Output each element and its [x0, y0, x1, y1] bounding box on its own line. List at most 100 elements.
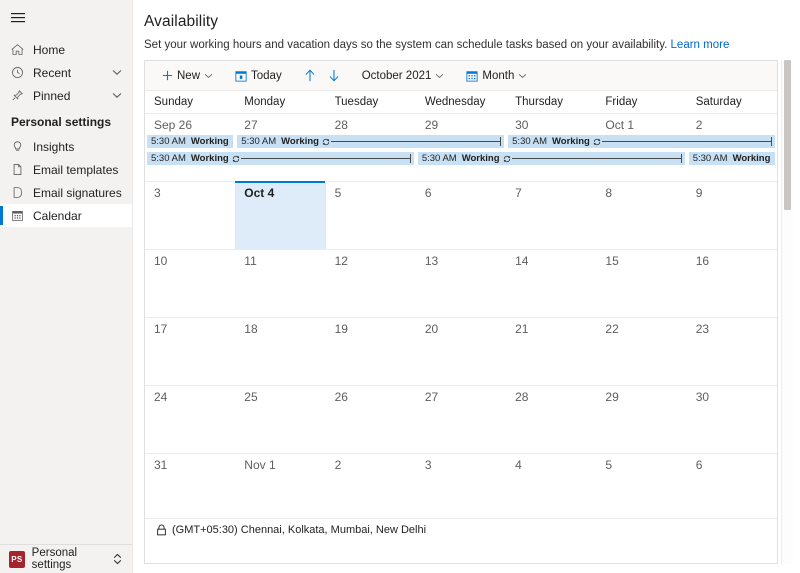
calendar-day-cell[interactable]: 20: [416, 318, 506, 385]
day-number: 22: [605, 322, 619, 336]
up-down-chevron-icon[interactable]: [113, 553, 122, 565]
weekday-header: Sunday Monday Tuesday Wednesday Thursday…: [145, 91, 777, 114]
day-number: 30: [695, 390, 710, 404]
home-icon: [11, 43, 31, 56]
sidebar-item-pinned[interactable]: Pinned: [0, 84, 132, 107]
previous-period-button[interactable]: [298, 61, 322, 90]
timezone-label: (GMT+05:30) Chennai, Kolkata, Mumbai, Ne…: [172, 524, 427, 536]
event-subject: Working: [190, 153, 229, 164]
day-number: 4: [515, 458, 522, 472]
event-time: 5:30 AM: [151, 153, 186, 164]
chevron-down-icon[interactable]: [112, 69, 122, 76]
hamburger-menu-button[interactable]: [0, 4, 132, 32]
today-button[interactable]: Today: [229, 61, 288, 90]
calendar-day-cell[interactable]: 17: [145, 318, 235, 385]
calendar-day-cell[interactable]: 14: [506, 250, 596, 317]
chevron-down-icon[interactable]: [204, 73, 213, 79]
event-time: 5:30 AM: [151, 136, 186, 147]
plus-icon: [162, 70, 173, 81]
calendar-day-cell[interactable]: 26: [326, 386, 416, 453]
calendar-day-cell[interactable]: 9: [687, 182, 777, 249]
day-number: 8: [605, 186, 613, 200]
arrow-up-icon: [304, 69, 316, 82]
calendar-day-cell[interactable]: 6: [687, 454, 777, 522]
scrollbar-thumb[interactable]: [784, 60, 791, 210]
timezone-bar: (GMT+05:30) Chennai, Kolkata, Mumbai, Ne…: [145, 518, 777, 541]
calendar-day-cell[interactable]: 15: [596, 250, 686, 317]
calendar-day-cell[interactable]: 16: [687, 250, 777, 317]
calendar-event[interactable]: 5:30 AM Working: [508, 135, 775, 148]
period-selector[interactable]: October 2021: [356, 61, 451, 90]
day-number: 18: [244, 322, 258, 336]
calendar-day-cell[interactable]: 5: [326, 182, 416, 249]
sidebar-item-email-signatures[interactable]: Email signatures: [0, 181, 132, 204]
event-subject: Working: [281, 136, 319, 147]
chevron-down-icon[interactable]: [435, 73, 444, 79]
weekday-label: Friday: [605, 96, 638, 108]
sidebar-item-recent[interactable]: Recent: [0, 61, 132, 84]
vertical-scrollbar[interactable]: [781, 60, 793, 564]
calendar-toolbar: New Today October 2021 Month: [145, 61, 777, 91]
weekday-label: Saturday: [695, 96, 742, 108]
calendar-event[interactable]: 5:30 AM Working: [147, 135, 234, 148]
new-button[interactable]: New: [156, 61, 219, 90]
calendar-day-cell[interactable]: 5: [596, 454, 686, 522]
calendar-day-cell[interactable]: 11: [235, 250, 325, 317]
calendar-day-cell[interactable]: 25: [235, 386, 325, 453]
calendar-day-cell[interactable]: 12: [326, 250, 416, 317]
event-time: 5:30 AM: [241, 136, 277, 147]
view-selector[interactable]: Month: [460, 61, 533, 90]
calendar-event[interactable]: 5:30 AM Working: [688, 152, 775, 165]
calendar-day-cell[interactable]: 2: [326, 454, 416, 522]
day-number: 28: [515, 390, 529, 404]
chevron-down-icon[interactable]: [518, 73, 527, 79]
next-period-button[interactable]: [322, 61, 346, 90]
calendar-day-cell[interactable]: 22: [596, 318, 686, 385]
day-number: 2: [334, 458, 342, 472]
sidebar-item-email-templates[interactable]: Email templates: [0, 158, 132, 181]
sidebar-item-calendar[interactable]: Calendar: [0, 204, 132, 227]
calendar-day-cell[interactable]: Oct 4: [235, 181, 326, 249]
calendar-day-cell[interactable]: 29: [596, 386, 686, 453]
calendar-day-cell[interactable]: 3: [145, 182, 235, 249]
signature-icon: [11, 186, 31, 199]
day-number: 13: [424, 254, 439, 268]
month-grid-icon: [466, 70, 478, 82]
calendar-day-cell[interactable]: 18: [235, 318, 325, 385]
day-number: 29: [424, 118, 439, 132]
weekday-label: Tuesday: [334, 96, 379, 108]
calendar-day-cell[interactable]: 13: [416, 250, 506, 317]
calendar-day-cell[interactable]: 7: [506, 182, 596, 249]
calendar-day-cell[interactable]: 8: [596, 182, 686, 249]
sidebar-item-home[interactable]: Home: [0, 38, 132, 61]
event-time: 5:30 AM: [421, 153, 457, 164]
calendar-event[interactable]: 5:30 AM Working: [417, 152, 685, 165]
calendar-week-row: Sep 2627282930Oct 125:30 AMWorking5:30 A…: [145, 114, 777, 182]
period-label: October 2021: [361, 69, 432, 82]
calendar-day-cell[interactable]: 10: [145, 250, 235, 317]
day-number: 20: [424, 322, 439, 336]
area-switcher[interactable]: PS Personal settings: [0, 544, 132, 573]
event-duration-line: [511, 152, 685, 165]
learn-more-link[interactable]: Learn more: [671, 39, 730, 51]
calendar-day-cell[interactable]: 4: [506, 454, 596, 522]
chevron-down-icon[interactable]: [112, 92, 122, 99]
calendar-day-cell[interactable]: 27: [416, 386, 506, 453]
sidebar-item-insights[interactable]: Insights: [0, 135, 132, 158]
calendar-day-cell[interactable]: 30: [687, 386, 777, 453]
arrow-down-icon: [328, 69, 340, 82]
sidebar-item-label: Recent: [33, 65, 72, 80]
calendar-day-cell[interactable]: Nov 1: [235, 454, 325, 522]
calendar-day-cell[interactable]: 3: [416, 454, 506, 522]
calendar-day-cell[interactable]: 21: [506, 318, 596, 385]
calendar-day-cell[interactable]: 31: [145, 454, 235, 522]
calendar-day-cell[interactable]: 23: [687, 318, 777, 385]
day-number: 12: [334, 254, 348, 268]
calendar-event[interactable]: 5:30 AM Working: [237, 135, 505, 148]
day-number: 23: [695, 322, 710, 336]
calendar-event[interactable]: 5:30 AM Working: [147, 152, 414, 165]
calendar-day-cell[interactable]: 24: [145, 386, 235, 453]
calendar-day-cell[interactable]: 28: [506, 386, 596, 453]
calendar-day-cell[interactable]: 19: [326, 318, 416, 385]
calendar-day-cell[interactable]: 6: [416, 182, 506, 249]
